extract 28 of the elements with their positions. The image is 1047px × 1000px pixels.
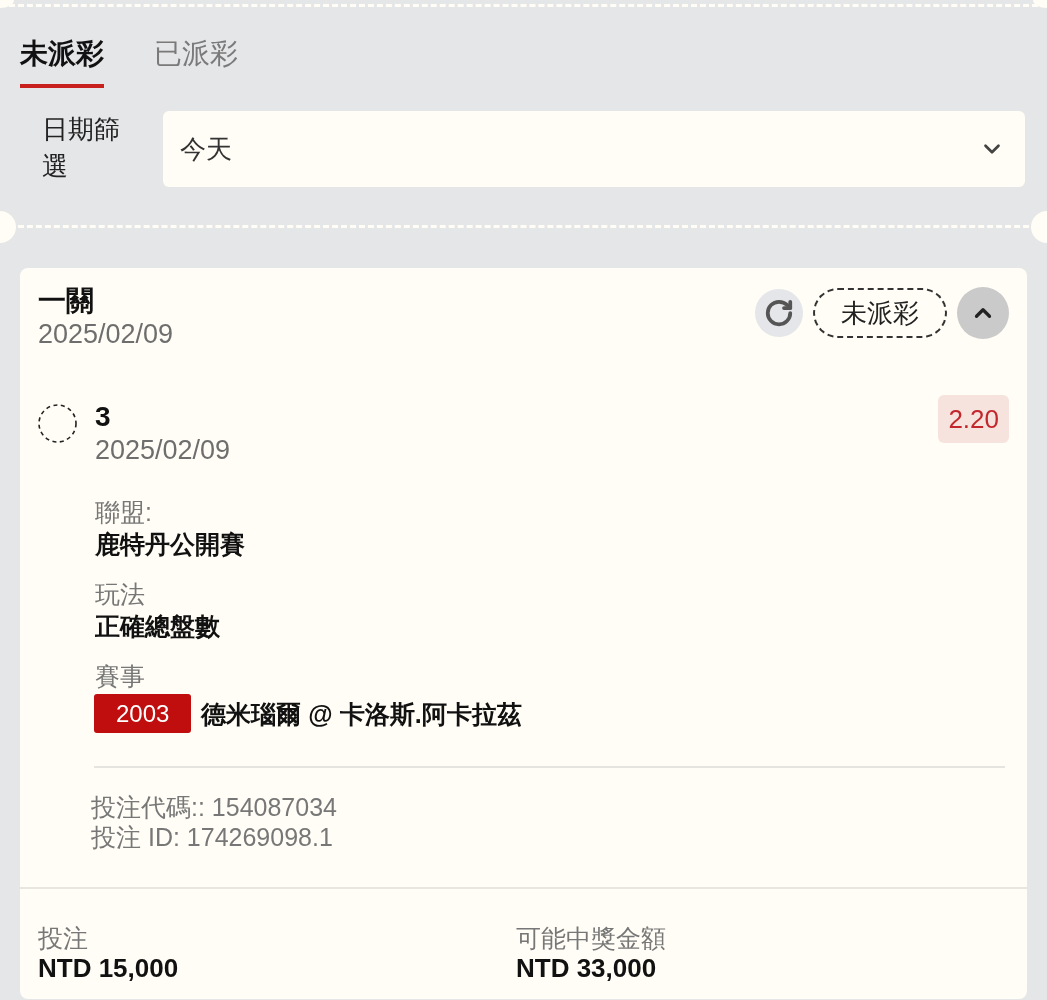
summary-value: NTD 15,000 (38, 953, 180, 983)
refresh-icon (764, 298, 794, 328)
selection-name: 3 (95, 400, 112, 434)
collapse-button[interactable] (957, 287, 1009, 339)
match-number-tag: 2003 (94, 694, 192, 733)
dashed-circle-icon (38, 404, 77, 443)
status-badge: 未派彩 (813, 288, 947, 338)
field-value: 鹿特丹公開賽 (95, 529, 246, 560)
bet-code: 投注 ID: 174269098.1 (91, 822, 334, 852)
date-select[interactable]: 今天 (163, 111, 1025, 187)
bet-date: 2025/02/09 (38, 318, 174, 350)
ticket-notch-icon (0, 211, 16, 243)
selection-date: 2025/02/09 (95, 434, 232, 466)
summary-label: 投注 (38, 923, 89, 953)
field-label: 聯盟: (95, 497, 153, 528)
bet-code: 投注代碼:: 154087034 (91, 792, 338, 822)
ticket-notch-icon (1031, 211, 1047, 243)
summary-label: 可能中獎金額 (516, 923, 667, 953)
match-name: 德米瑙爾 @ 卡洛斯.阿卡拉茲 (201, 698, 522, 730)
refresh-button[interactable] (755, 289, 803, 337)
field-label: 玩法 (95, 579, 146, 610)
date-filter-label: 日期篩選 (42, 113, 121, 183)
bet-type-title: 一關 (38, 284, 95, 318)
field-label: 賽事 (95, 661, 146, 692)
summary-value: NTD 33,000 (516, 953, 658, 983)
field-value: 正確總盤數 (95, 611, 221, 642)
odds-badge: 2.20 (938, 395, 1009, 443)
tab[interactable]: 未派彩 (20, 37, 104, 88)
